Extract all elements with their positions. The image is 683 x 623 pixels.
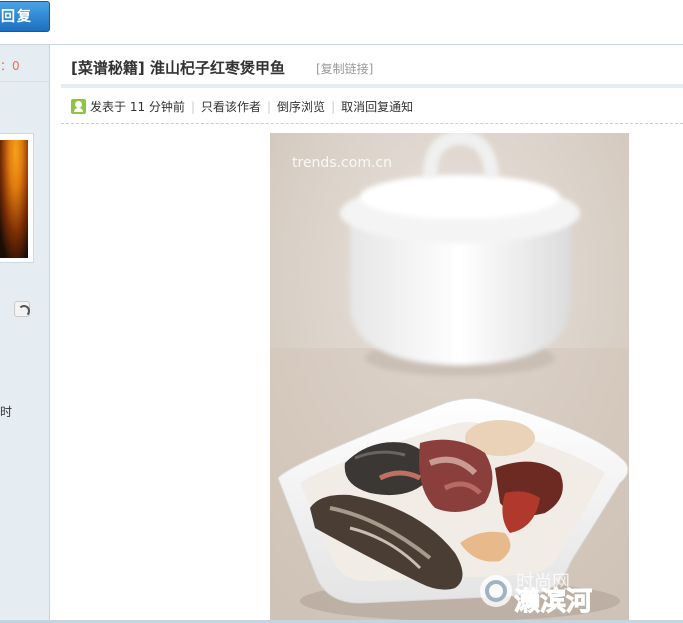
reply-button-label: 回复 xyxy=(1,9,33,25)
meta-separator: | xyxy=(331,100,336,114)
sidebar-partial-text: 时 xyxy=(0,405,13,419)
top-toolbar: 回复 xyxy=(0,0,683,44)
posted-time: 11 分钟前 xyxy=(129,100,185,114)
post-meta: 发表于 11 分钟前 | 只看该作者 | 倒序浏览 | 取消回复通知 xyxy=(71,98,413,114)
subscribe-icon[interactable] xyxy=(14,301,30,317)
posted-label: 发表于 xyxy=(90,100,127,114)
author-only-link[interactable]: 只看该作者 xyxy=(201,100,261,114)
stat-colon: ： xyxy=(0,59,13,73)
soup-photo-illustration: trends.com.cn 时尚网 濑滨河 xyxy=(270,133,629,620)
title-divider xyxy=(61,84,683,88)
post-category-tag[interactable]: [菜谱秘籍] xyxy=(71,59,145,77)
user-icon xyxy=(71,99,86,114)
post-title: [菜谱秘籍] 淮山杞子红枣煲甲鱼 xyxy=(71,57,285,78)
avatar[interactable] xyxy=(0,133,34,263)
toolbar-divider xyxy=(0,44,683,45)
meta-separator: | xyxy=(267,100,272,114)
watermark-top: trends.com.cn xyxy=(292,155,392,171)
post-title-text: 淮山杞子红枣煲甲鱼 xyxy=(149,59,285,77)
meta-divider xyxy=(61,123,683,124)
watermark-bottom-blue: 濑滨河 xyxy=(514,586,592,617)
stat-value: 0 xyxy=(12,59,20,73)
reply-button[interactable]: 回复 xyxy=(0,1,50,32)
meta-separator: | xyxy=(190,100,195,114)
copy-link-button[interactable]: [复制链接] xyxy=(316,60,373,77)
stat-count: ：0 xyxy=(0,57,20,74)
avatar-image xyxy=(0,140,28,258)
author-sidebar: ：0 时 xyxy=(0,45,50,623)
cancel-notify-link[interactable]: 取消回复通知 xyxy=(341,100,413,114)
reverse-order-link[interactable]: 倒序浏览 xyxy=(277,100,325,114)
sidebar-divider xyxy=(0,81,50,82)
post-photo[interactable]: trends.com.cn 时尚网 濑滨河 xyxy=(270,133,629,620)
